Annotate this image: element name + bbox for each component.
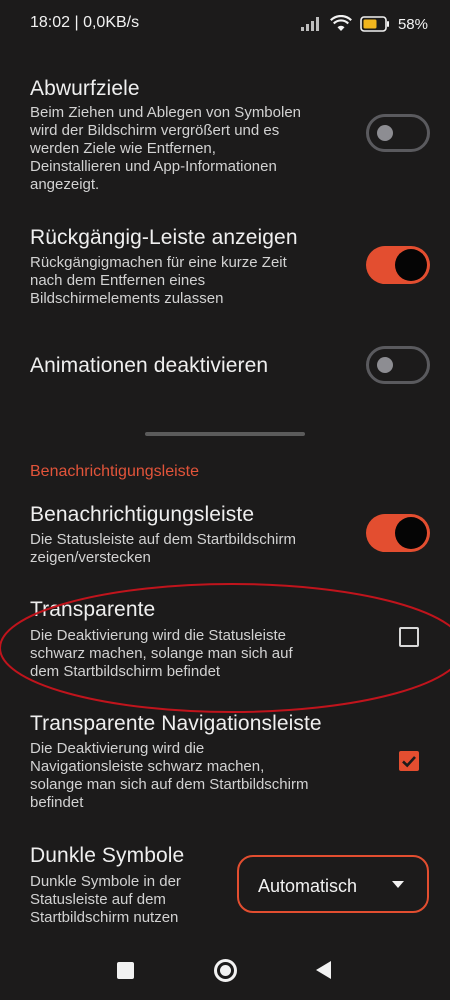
- highlight-ellipse: [0, 583, 450, 713]
- battery-percent: 58%: [397, 15, 428, 33]
- chevron-down-icon: [392, 881, 404, 888]
- undo-bar-title: Rückgängig-Leiste anzeigen: [30, 226, 298, 249]
- dark-icons-dropdown[interactable]: Automatisch: [237, 855, 429, 913]
- checkmark-icon: [402, 756, 416, 768]
- drop-targets-switch[interactable]: [366, 114, 430, 152]
- transparent-nav-title: Transparente Navigationsleiste: [30, 712, 322, 735]
- disable-animations-title: Animationen deaktivieren: [30, 354, 269, 377]
- transparent-nav-checkbox[interactable]: [399, 751, 419, 771]
- undo-bar-desc: Rückgängigmachen für eine kurze Zeit nac…: [30, 254, 287, 307]
- wifi-icon: [329, 15, 352, 31]
- back-icon[interactable]: [314, 960, 332, 980]
- home-icon[interactable]: [214, 959, 237, 982]
- status-time: 18:02 | 0,0KB/s: [30, 14, 140, 31]
- battery-icon: [360, 16, 389, 32]
- status-icons: 58%: [300, 12, 428, 36]
- undo-bar-switch[interactable]: [366, 246, 430, 284]
- recents-icon[interactable]: [117, 962, 134, 979]
- drop-targets-desc: Beim Ziehen und Ablegen von Symbolen wir…: [30, 104, 302, 193]
- disable-animations-switch[interactable]: [366, 346, 430, 384]
- drop-targets-title: Abwurfziele: [30, 77, 140, 100]
- status-bar-toggle-desc: Die Statusleiste auf dem Startbildschirm…: [30, 531, 296, 566]
- transparent-nav-desc: Die Deaktivierung wird die Navigationsle…: [30, 740, 309, 811]
- dark-icons-title: Dunkle Symbole: [30, 844, 185, 867]
- section-header: Benachrichtigungsleiste: [30, 463, 199, 480]
- signal-icon: [300, 17, 319, 31]
- dark-icons-desc: Dunkle Symbole in der Statusleiste auf d…: [30, 873, 181, 926]
- dropdown-selected-value: Automatisch: [258, 876, 358, 896]
- status-bar-toggle-title: Benachrichtigungsleiste: [30, 503, 255, 526]
- status-bar-toggle-switch[interactable]: [366, 514, 430, 552]
- section-divider: [145, 432, 305, 436]
- navigation-bar: [0, 945, 450, 1000]
